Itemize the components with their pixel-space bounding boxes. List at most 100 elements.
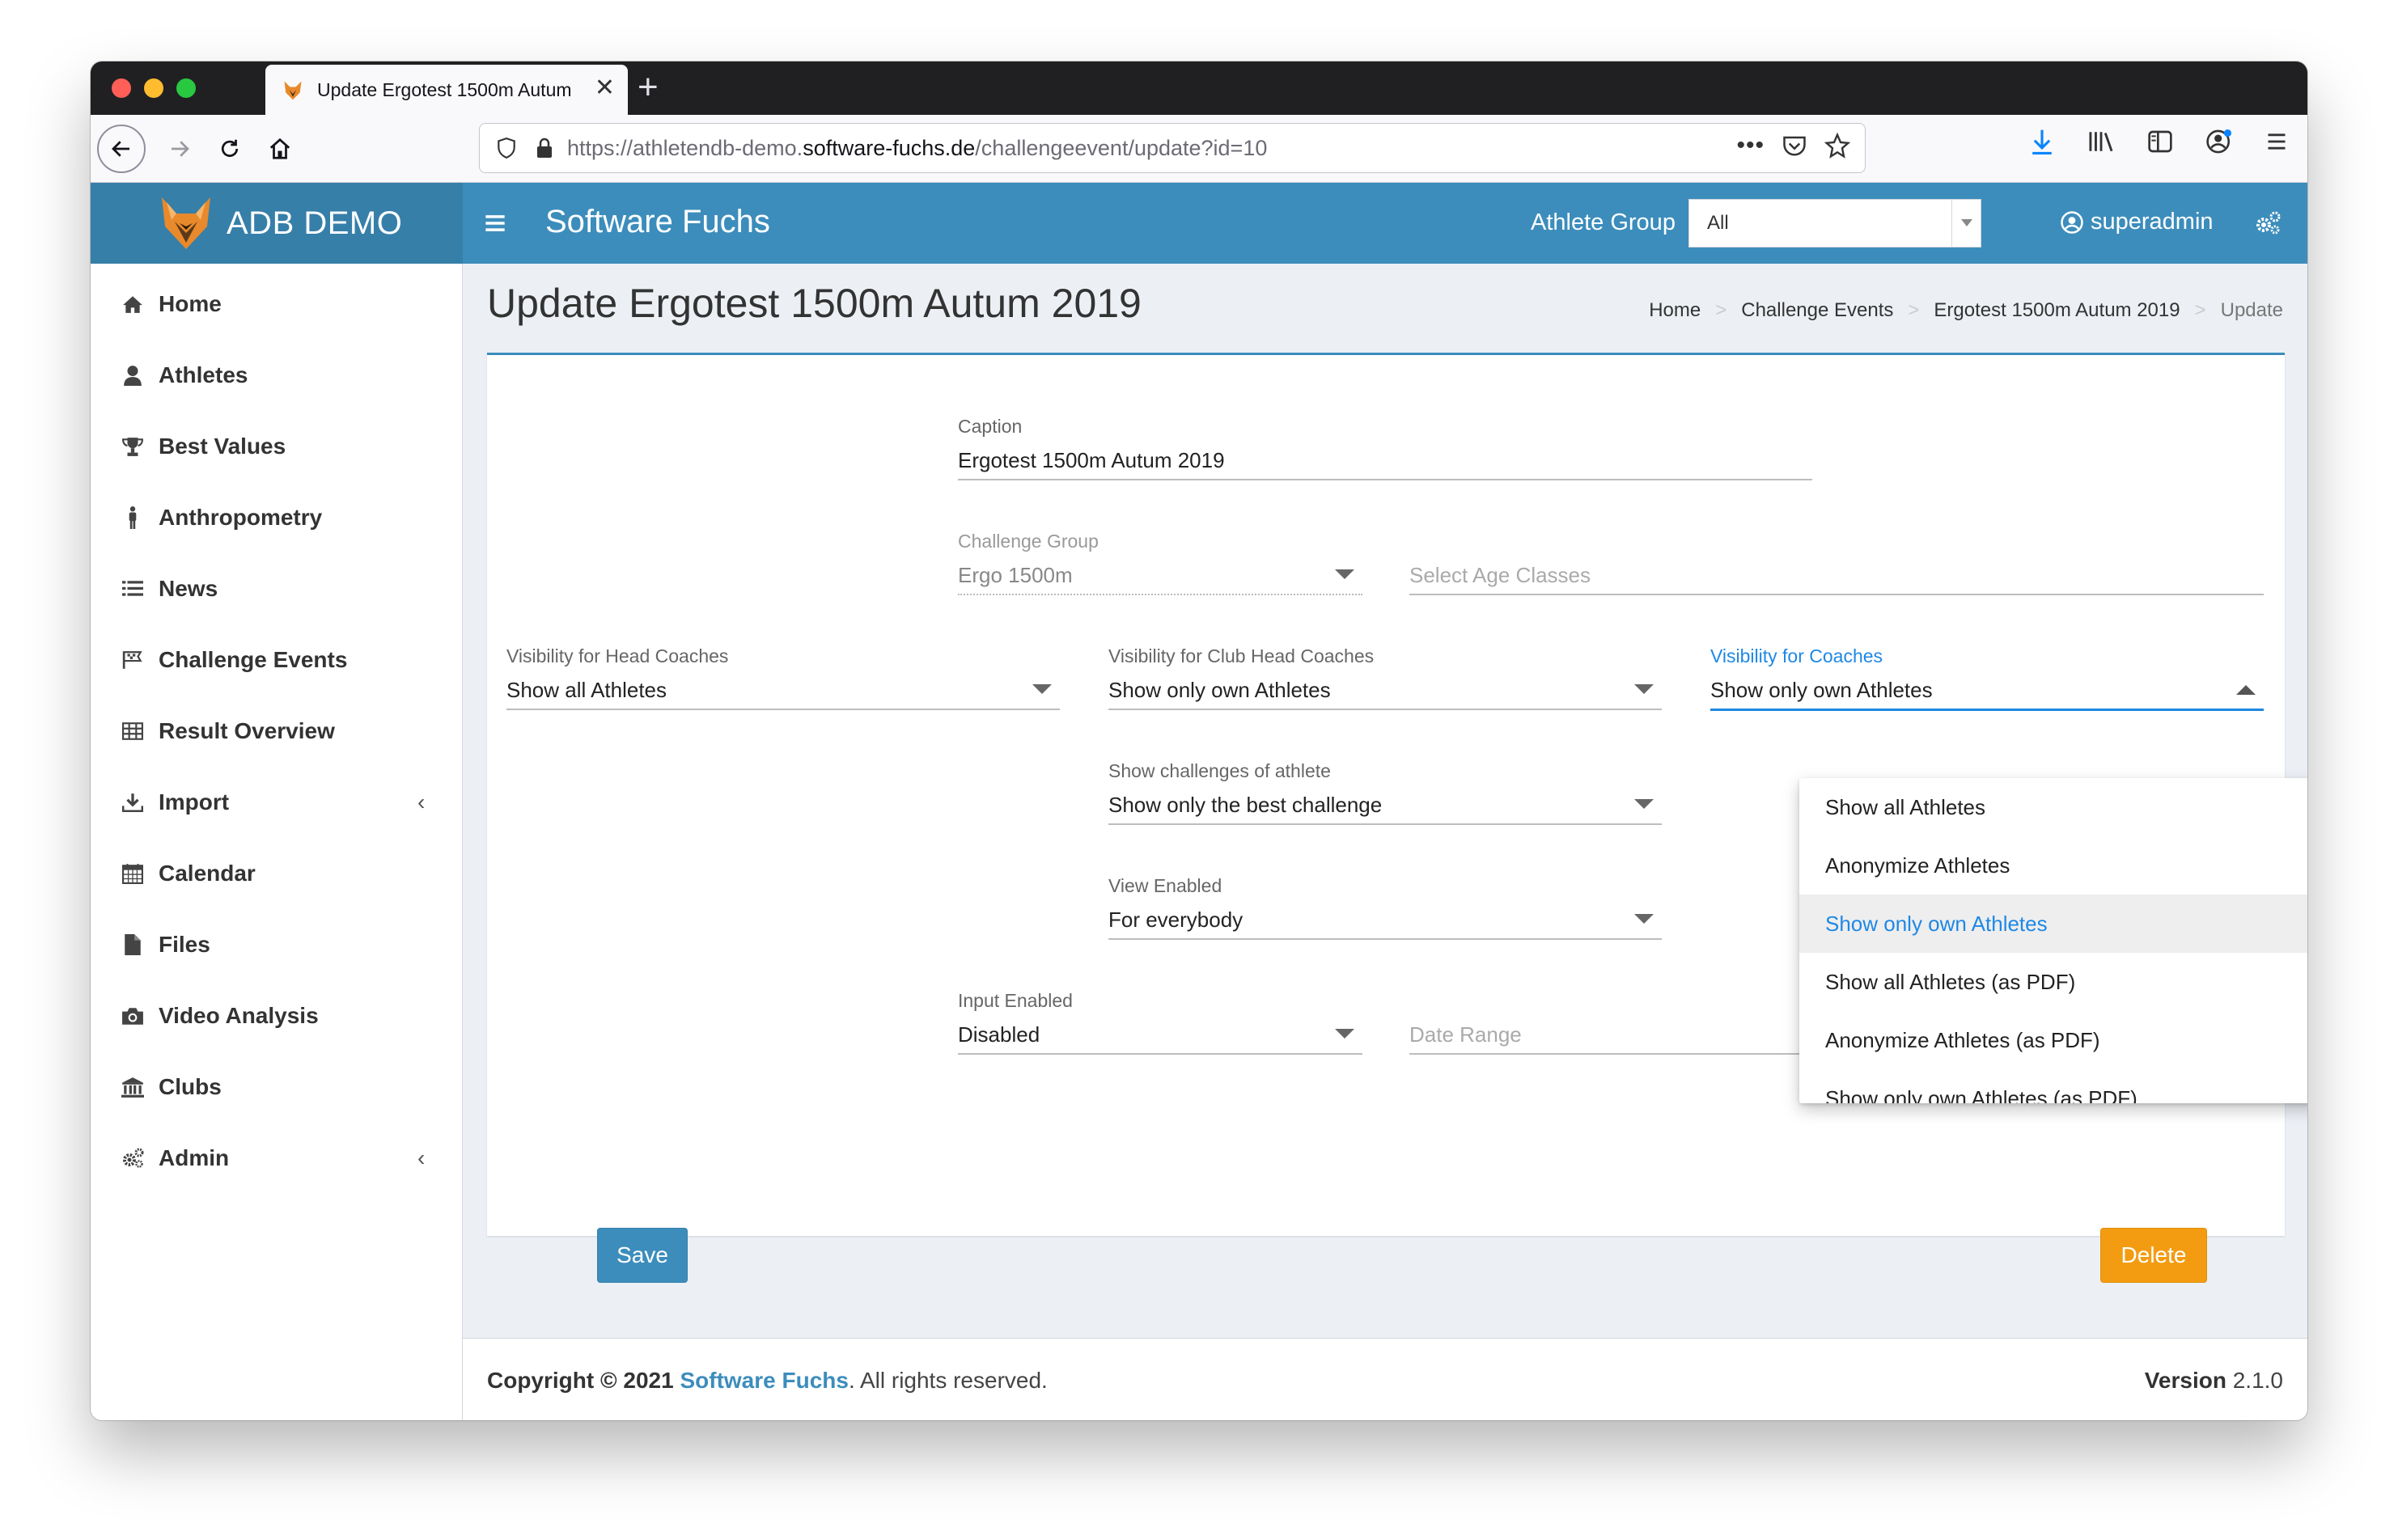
sidebar-item-label: Athletes [159,362,248,387]
dropdown-option[interactable]: Show all Athletes (as PDF) [1799,953,2307,1011]
sidebar-item-files[interactable]: Files [91,909,463,980]
input-enabled-select[interactable]: Input Enabled Disabled [958,990,1362,1055]
caret-down-icon [1634,799,1654,809]
browser-tab[interactable]: Update Ergotest 1500m Autum ✕ [265,65,628,115]
library-icon[interactable] [2087,129,2115,154]
show-challenges-label: Show challenges of athlete [1108,760,1331,781]
app-header: ADB DEMO Software Fuchs Athlete Group Al… [91,183,2307,264]
dropdown-option[interactable]: Show only own Athletes (as PDF) [1799,1069,2307,1104]
visibility-coaches-label: Visibility for Coaches [1710,645,1883,666]
caret-down-icon [1634,914,1654,924]
visibility-coaches-dropdown: Show all Athletes Anonymize Athletes Sho… [1799,778,2307,1103]
breadcrumb-event[interactable]: Ergotest 1500m Autum 2019 [1934,299,2180,322]
sidebar-toggle-icon[interactable] [2147,129,2173,154]
footer: Copyright © 2021 Software Fuchs. All rig… [463,1338,2307,1420]
sidebar-item-admin[interactable]: Admin ‹ [91,1123,463,1194]
sidebar-item-calendar[interactable]: Calendar [91,838,463,909]
sidebar-item-label: Anthropometry [159,505,323,530]
visibility-head-coaches-select[interactable]: Visibility for Head Coaches Show all Ath… [506,645,1060,710]
close-tab-icon[interactable]: ✕ [595,76,615,100]
input-underline [506,709,1060,710]
minimize-window-button[interactable] [144,78,163,98]
pocket-icon[interactable] [1782,134,1807,157]
version: Version 2.1.0 [2144,1368,2283,1393]
dropdown-option-selected[interactable]: Show only own Athletes [1799,895,2307,953]
sidebar-item-import[interactable]: Import ‹ [91,767,463,838]
shield-icon[interactable] [496,137,517,159]
sidebar-item-label: Clubs [159,1074,222,1099]
bookmark-star-icon[interactable] [1824,133,1850,159]
show-challenges-value: Show only the best challenge [1108,793,1383,817]
company-link[interactable]: Software Fuchs [680,1368,848,1393]
sidebar-item-home[interactable]: Home [91,269,463,340]
table-icon [120,718,146,744]
download-icon[interactable] [2029,128,2055,155]
calendar-icon [120,861,146,886]
breadcrumb-challenge-events[interactable]: Challenge Events [1741,299,1893,322]
view-enabled-label: View Enabled [1108,875,1222,896]
sidebar-item-clubs[interactable]: Clubs [91,1051,463,1123]
account-icon[interactable] [2205,128,2233,155]
hamburger-icon[interactable] [484,207,506,239]
input-enabled-value: Disabled [958,1022,1040,1047]
sidebar-item-video-analysis[interactable]: Video Analysis [91,980,463,1051]
input-underline [1710,709,2264,711]
chevron-left-icon: ‹ [417,789,426,814]
save-button[interactable]: Save [597,1228,688,1283]
menu-icon[interactable] [2265,130,2288,153]
sidebar: Home Athletes Best Values Anthropometry … [91,264,463,1420]
tab-strip: Update Ergotest 1500m Autum ✕ + [91,61,2307,115]
breadcrumb-separator: > [2194,299,2206,321]
view-enabled-select[interactable]: View Enabled For everybody [1108,875,1662,940]
tab-title: Update Ergotest 1500m Autum [317,78,572,100]
date-range-input[interactable]: Date Range [1409,1022,1814,1055]
lock-icon[interactable] [535,137,554,159]
delete-button[interactable]: Delete [2100,1228,2207,1283]
caption-field[interactable]: Caption Ergotest 1500m Autum 2019 [958,416,1812,480]
user-circle-icon [2061,210,2083,234]
caret-up-icon [2236,685,2256,695]
back-icon[interactable] [97,125,146,173]
sidebar-item-label: Best Values [159,434,286,459]
nav-toolbar: https://athletendb-demo.software-fuchs.d… [91,115,2307,183]
forward-icon[interactable] [159,128,201,170]
new-tab-icon[interactable]: + [638,68,659,107]
url-bar[interactable]: https://athletendb-demo.software-fuchs.d… [479,123,1866,173]
athlete-group-select[interactable]: All [1688,199,1981,248]
cogs-icon [120,1145,146,1171]
reload-icon[interactable] [209,128,251,170]
dropdown-option[interactable]: Show all Athletes [1799,778,2307,836]
caret-down-icon [1335,1029,1354,1039]
header-title: Software Fuchs [545,204,770,239]
show-challenges-select[interactable]: Show challenges of athlete Show only the… [1108,760,1662,825]
visibility-club-head-coaches-select[interactable]: Visibility for Club Head Coaches Show on… [1108,645,1662,710]
challenge-group-label: Challenge Group [958,531,1099,552]
close-window-button[interactable] [112,78,131,98]
sidebar-item-label: Calendar [159,861,256,886]
caption-input[interactable]: Ergotest 1500m Autum 2019 [958,448,1812,479]
more-actions-icon[interactable]: ••• [1736,132,1765,159]
sidebar-item-result-overview[interactable]: Result Overview [91,696,463,767]
sidebar-item-news[interactable]: News [91,553,463,624]
sidebar-item-athletes[interactable]: Athletes [91,340,463,411]
home-icon[interactable] [259,128,301,170]
flag-icon [120,647,146,673]
user-menu[interactable]: superadmin [2060,209,2214,235]
chevron-left-icon: ‹ [417,1145,426,1170]
age-classes-select[interactable]: Select Age Classes [1409,563,2264,595]
copyright: Copyright © 2021 Software Fuchs. All rig… [487,1368,1048,1393]
zoom-window-button[interactable] [176,78,196,98]
sidebar-item-challenge-events[interactable]: Challenge Events [91,624,463,696]
brand[interactable]: ADB DEMO [91,183,463,264]
sidebar-item-anthropometry[interactable]: Anthropometry [91,482,463,553]
visibility-coaches-select[interactable]: Visibility for Coaches Show only own Ath… [1710,645,2264,711]
age-classes-placeholder: Select Age Classes [1409,563,1591,587]
dropdown-option[interactable]: Anonymize Athletes [1799,836,2307,895]
view-enabled-value: For everybody [1108,908,1243,932]
gears-icon[interactable] [2254,210,2281,236]
breadcrumb-home[interactable]: Home [1649,299,1701,322]
dropdown-option[interactable]: Anonymize Athletes (as PDF) [1799,1011,2307,1069]
sidebar-item-best-values[interactable]: Best Values [91,411,463,482]
challenge-group-select: Challenge Group Ergo 1500m [958,531,1362,595]
athlete-group-label: Athlete Group [1531,209,1676,235]
